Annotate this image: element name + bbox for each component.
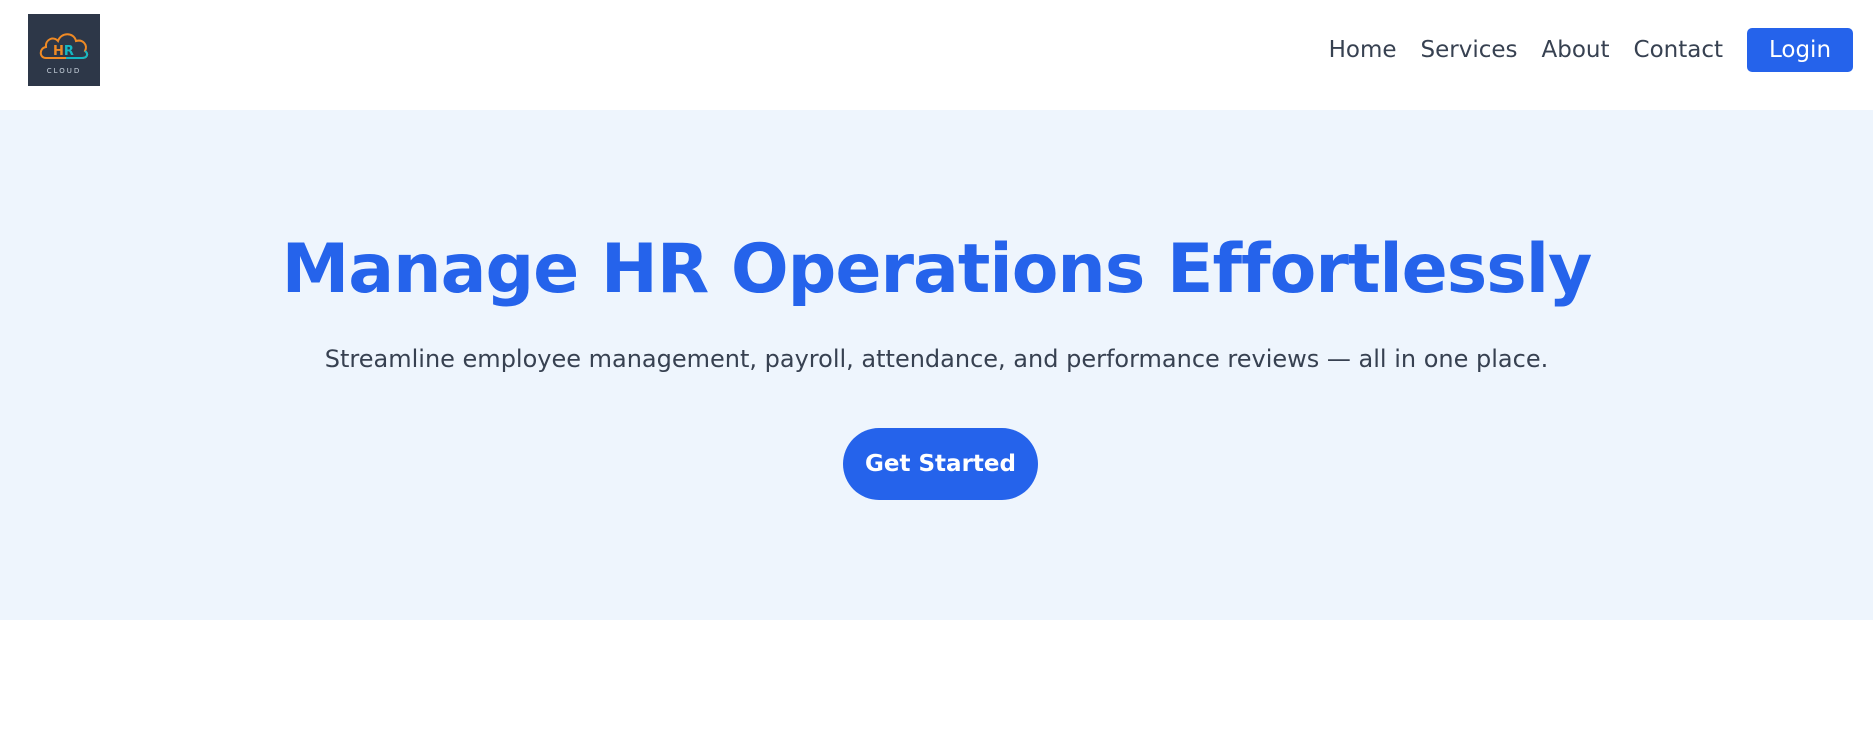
nav-link-contact[interactable]: Contact — [1634, 28, 1723, 72]
site-header: HR CLOUD Home Services About Contact Log… — [0, 0, 1873, 110]
nav-link-home[interactable]: Home — [1329, 28, 1397, 72]
hero-title: Manage HR Operations Effortlessly — [281, 230, 1593, 309]
cloud-icon: HR — [39, 32, 89, 59]
get-started-button[interactable]: Get Started — [843, 428, 1038, 500]
nav-link-about[interactable]: About — [1542, 28, 1610, 72]
logo-letter-r-span: R — [64, 44, 74, 59]
login-button[interactable]: Login — [1747, 28, 1853, 72]
logo-subtext: CLOUD — [46, 66, 82, 75]
logo-letter-h-span: H — [53, 44, 64, 59]
logo-letter-h: HR — [53, 44, 74, 59]
nav-link-services[interactable]: Services — [1421, 28, 1518, 72]
hero-section: Manage HR Operations Effortlessly Stream… — [0, 110, 1873, 620]
main-nav: Home Services About Contact Login — [1329, 28, 1853, 72]
hero-subtitle: Streamline employee management, payroll,… — [324, 345, 1549, 373]
hr-cloud-logo[interactable]: HR CLOUD — [28, 14, 100, 86]
